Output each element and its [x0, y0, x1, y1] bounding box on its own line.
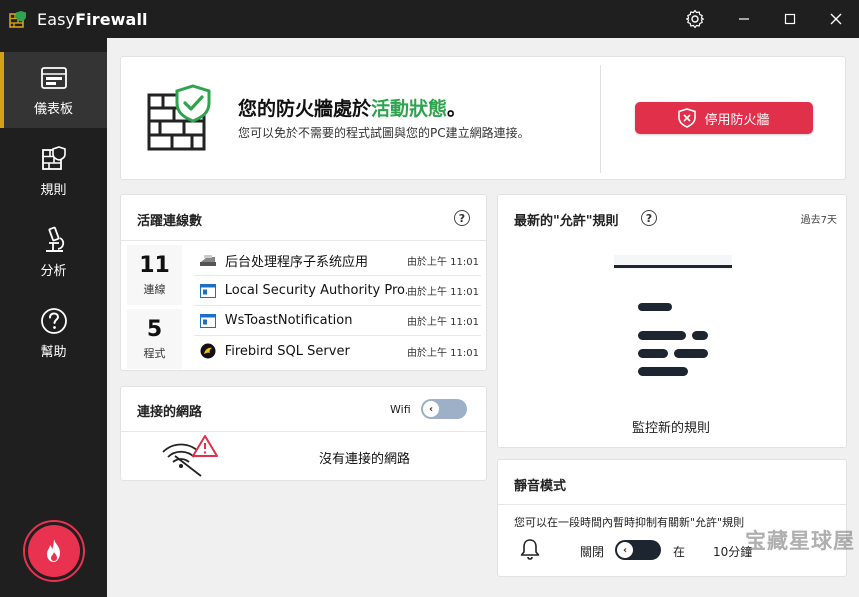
connection-name: Firebird SQL Server	[224, 343, 350, 359]
panic-button[interactable]	[23, 520, 85, 582]
printer-icon	[199, 253, 217, 269]
window-app-icon	[199, 313, 217, 329]
connection-name: WsToastNotification	[224, 313, 353, 328]
silent-mode-card: 靜音模式 您可以在一段時間內暫時抑制有關新"允許"規則 關閉 ‹ 在 10分鐘	[497, 459, 847, 577]
rules-firewall-icon	[41, 146, 66, 170]
sidebar-item-help[interactable]: 幫助	[0, 295, 107, 371]
sidebar-item-analysis[interactable]: 分析	[0, 214, 107, 290]
wifi-toggle[interactable]: ‹	[421, 399, 467, 419]
card-title: 靜音模式	[514, 479, 567, 494]
stat-value: 11	[139, 253, 170, 278]
card-title: 連接的網路	[137, 405, 203, 420]
minimize-icon	[739, 18, 749, 20]
title-bar: EasyFirewall	[0, 0, 859, 38]
app-logo-icon	[9, 11, 26, 28]
wifi-warning-icon	[162, 435, 218, 477]
connection-time: 由於上午 11:01	[407, 257, 479, 268]
firewall-shield-icon	[147, 84, 211, 151]
at-label: 在	[673, 545, 686, 559]
close-icon	[830, 13, 842, 25]
card-title: 最新的"允許"規則	[514, 214, 619, 229]
stat-label: 連線	[143, 283, 166, 296]
sidebar-item-dashboard[interactable]: 儀表板	[0, 52, 107, 128]
settings-icon	[685, 9, 705, 29]
watermark: 宝藏星球屋	[745, 529, 855, 553]
dashboard-icon	[40, 67, 67, 89]
disable-firewall-button[interactable]: 停用防火牆	[635, 102, 813, 134]
microscope-icon	[45, 226, 64, 252]
maximize-icon	[784, 13, 796, 25]
connection-row[interactable]: 后台处理程序子系统应用 由於上午 11:01	[194, 246, 481, 276]
app-title: EasyFirewall	[37, 9, 148, 29]
card-title: 活躍連線數	[137, 214, 203, 229]
silent-mode-description: 您可以在一段時間內暫時抑制有關新"允許"規則	[514, 516, 745, 529]
flame-icon	[47, 539, 60, 562]
divider	[121, 431, 486, 432]
shield-x-icon	[678, 108, 697, 128]
help-icon[interactable]: ?	[641, 210, 657, 226]
toggle-knob: ‹	[423, 401, 439, 417]
help-icon[interactable]: ?	[454, 210, 470, 226]
programs-count: 5 程式	[127, 309, 182, 369]
rules-list-placeholder-icon	[614, 255, 732, 376]
silent-mode-toggle[interactable]: ‹	[615, 540, 661, 560]
stat-label: 程式	[143, 347, 166, 360]
monitor-new-rules-label: 監控新的規則	[632, 421, 711, 436]
minimize-button[interactable]	[721, 0, 767, 38]
toggle-knob: ‹	[617, 542, 633, 558]
status-subtext: 您可以免於不需要的程式試圖與您的PC建立網路連接。	[238, 126, 530, 140]
period-label: 過去7天	[800, 215, 837, 226]
stat-value: 5	[146, 317, 163, 342]
connection-row[interactable]: WsToastNotification 由於上午 11:01	[194, 306, 481, 336]
maximize-button[interactable]	[767, 0, 813, 38]
connection-time: 由於上午 11:01	[407, 287, 479, 298]
active-connections-card: 活躍連線數 ? 11 連線 5 程式 后台处理程序子系统应用 由於上午 11:0…	[120, 194, 487, 371]
connection-name: Local Security Authority Pro...	[224, 283, 407, 298]
no-network-text: 沒有連接的網路	[319, 452, 411, 467]
latest-allow-rules-card: 最新的"允許"規則 ? 過去7天 監控新的規則	[497, 194, 847, 448]
status-heading: 您的防火牆處於活動狀態。	[238, 98, 467, 120]
connected-network-card: 連接的網路 Wifi ‹ 沒有連接的網路	[120, 386, 487, 481]
disable-firewall-label: 停用防火牆	[704, 112, 770, 128]
bell-icon	[520, 539, 540, 560]
divider	[121, 240, 486, 241]
close-button[interactable]	[813, 0, 859, 38]
sidebar-item-label: 規則	[40, 183, 67, 198]
connection-row[interactable]: Local Security Authority Pro... 由於上午 11:…	[194, 276, 481, 306]
divider	[498, 504, 846, 505]
connection-row[interactable]: Firebird SQL Server 由於上午 11:01	[194, 336, 481, 366]
sidebar-item-label: 分析	[40, 264, 67, 279]
silent-mode-state-label: 關閉	[580, 545, 605, 559]
connections-count: 11 連線	[127, 245, 182, 305]
sidebar-item-rules[interactable]: 規則	[0, 133, 107, 209]
firebird-icon	[199, 343, 217, 359]
settings-button[interactable]	[673, 0, 717, 38]
connection-time: 由於上午 11:01	[407, 317, 479, 328]
help-icon	[40, 308, 67, 334]
divider	[600, 65, 601, 173]
connection-time: 由於上午 11:01	[407, 347, 479, 359]
sidebar-item-label: 幫助	[40, 345, 67, 360]
firewall-status-card: 您的防火牆處於活動狀態。 您可以免於不需要的程式試圖與您的PC建立網路連接。 停…	[120, 56, 846, 180]
sidebar-item-label: 儀表板	[33, 102, 73, 117]
sidebar: 儀表板 規則 分析 幫助	[0, 38, 107, 597]
connection-name: 后台处理程序子系统应用	[225, 255, 369, 270]
window-app-icon	[199, 283, 217, 299]
wifi-label: Wifi	[390, 403, 411, 416]
